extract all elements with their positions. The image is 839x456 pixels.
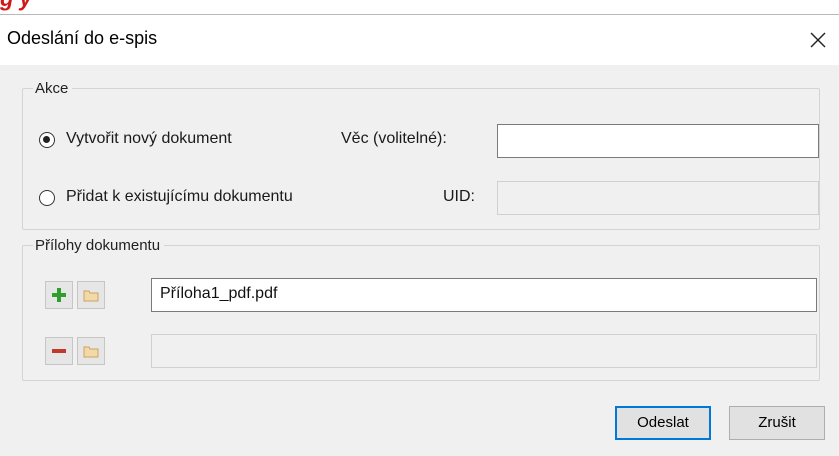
attachment-path-field[interactable]: Příloha1_pdf.pdf <box>151 278 817 312</box>
browse-folder-button[interactable] <box>77 281 105 309</box>
browse-folder-button[interactable] <box>77 337 105 365</box>
akce-group: Akce Vytvořit nový dokument Věc (volitel… <box>22 79 820 230</box>
radio-create-new[interactable] <box>39 132 55 148</box>
remove-attachment-button[interactable] <box>45 337 73 365</box>
plus-icon <box>52 288 66 302</box>
minus-icon <box>52 349 66 353</box>
title-bar: Odeslání do e-spis <box>0 15 839 65</box>
vec-input[interactable] <box>497 124 819 158</box>
folder-icon <box>83 290 99 302</box>
attachment-path-field[interactable] <box>151 334 817 368</box>
uid-input[interactable] <box>497 181 819 215</box>
close-icon <box>810 32 826 48</box>
close-button[interactable] <box>803 25 833 55</box>
attachments-group-label: Přílohy dokumentu <box>33 236 165 256</box>
radio-add-existing-label[interactable]: Přidat k existujícímu dokumentu <box>66 188 293 206</box>
radio-add-existing[interactable] <box>39 190 55 206</box>
uid-label: UID: <box>443 188 475 205</box>
attachments-group: Přílohy dokumentu Příloha1_pdf.pdf <box>22 236 820 381</box>
radio-create-new-label[interactable]: Vytvořit nový dokument <box>66 130 232 148</box>
window-title: Odeslání do e-spis <box>7 28 158 48</box>
add-attachment-button[interactable] <box>45 281 73 309</box>
akce-group-label: Akce <box>33 79 73 99</box>
send-button[interactable]: Odeslat <box>615 406 711 440</box>
vec-label: Věc (volitelné): <box>341 130 447 147</box>
folder-icon <box>83 346 99 358</box>
cancel-button[interactable]: Zrušit <box>729 406 825 440</box>
send-to-espis-dialog: Odeslání do e-spis Akce Vytvořit nový do… <box>0 14 839 456</box>
radio-selected-dot <box>43 136 50 143</box>
